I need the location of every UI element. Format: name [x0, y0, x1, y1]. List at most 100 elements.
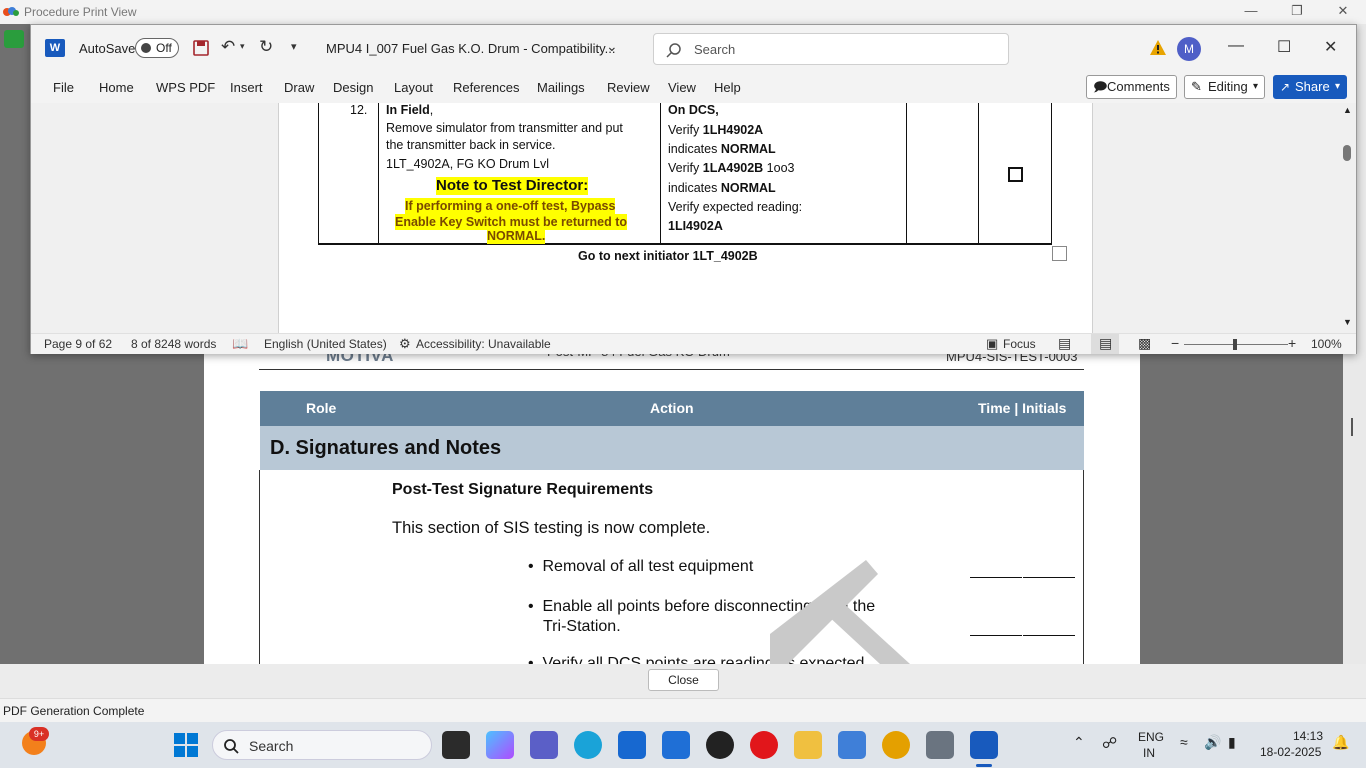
tab-review[interactable]: Review — [607, 80, 650, 95]
ribbon-tabs: File Home WPS PDF Insert Draw Design Lay… — [31, 73, 1356, 103]
copilot-icon[interactable] — [486, 731, 514, 759]
warning-icon[interactable] — [1149, 39, 1167, 56]
document-scrollbar[interactable]: ▲ ▼ — [1339, 103, 1356, 333]
language-line-2[interactable]: IN — [1143, 746, 1155, 760]
tab-view[interactable]: View — [668, 80, 696, 95]
chrome-icon[interactable] — [882, 731, 910, 759]
chevron-up-icon[interactable]: ⌃ — [1073, 734, 1085, 751]
task-view-icon[interactable] — [442, 731, 470, 759]
network-status-icon[interactable]: ☍ — [1102, 734, 1117, 752]
scroll-down-icon[interactable]: ▼ — [1343, 317, 1352, 327]
document-page[interactable]: 12. In Field, Remove simulator from tran… — [278, 103, 1093, 333]
customize-toolbar-icon[interactable]: ▾ — [291, 40, 297, 53]
save-icon[interactable] — [193, 40, 209, 56]
table-move-handle[interactable] — [1052, 246, 1067, 261]
accessibility-status[interactable]: Accessibility: Unavailable — [416, 337, 551, 351]
edge-icon[interactable] — [574, 731, 602, 759]
pdf-bullet-1: • Removal of all test equipment — [528, 558, 754, 575]
bg-maximize-button[interactable]: ❐ — [1274, 0, 1320, 24]
dell-icon[interactable] — [706, 731, 734, 759]
close-button[interactable]: Close — [648, 669, 719, 691]
pdf-header-action: Action — [650, 400, 694, 416]
tab-design[interactable]: Design — [333, 80, 373, 95]
minimize-button[interactable]: — — [1228, 37, 1244, 55]
refresh-icon[interactable] — [4, 30, 24, 48]
tab-draw[interactable]: Draw — [284, 80, 314, 95]
remote-desktop-icon[interactable] — [926, 731, 954, 759]
comments-button[interactable]: 🗩 Comments — [1086, 75, 1177, 99]
notification-bell-icon[interactable]: 🔔 — [1332, 734, 1349, 751]
wifi-icon[interactable]: ≈ — [1180, 734, 1188, 750]
teams-icon[interactable] — [530, 731, 558, 759]
step-checkbox[interactable] — [1008, 167, 1023, 182]
tab-insert[interactable]: Insert — [230, 80, 263, 95]
dcs-indicates-2-val: NORMAL — [720, 181, 776, 195]
tab-references[interactable]: References — [453, 80, 519, 95]
bg-minimize-button[interactable]: — — [1228, 0, 1274, 24]
language-indicator[interactable]: English (United States) — [264, 337, 387, 351]
battery-icon[interactable]: ▮ — [1228, 734, 1236, 751]
focus-icon[interactable]: ▣ — [986, 336, 998, 352]
comments-label: Comments — [1107, 79, 1170, 94]
word-count[interactable]: 8 of 8248 words — [131, 337, 216, 351]
zoom-in-icon[interactable]: + — [1288, 335, 1296, 351]
dcs-verify-2-pre: Verify — [668, 161, 703, 175]
file-explorer-icon[interactable] — [794, 731, 822, 759]
dcs-indicates-1: indicates NORMAL — [668, 140, 776, 159]
bg-scroll-thumb[interactable] — [1351, 418, 1353, 436]
procedure-app-icon[interactable] — [838, 731, 866, 759]
tab-help[interactable]: Help — [714, 80, 741, 95]
scroll-thumb[interactable] — [1343, 145, 1351, 161]
close-window-button[interactable]: ✕ — [1324, 37, 1337, 57]
print-layout-button[interactable]: ▤ — [1091, 334, 1119, 354]
dcs-verify-2-post: 1oo3 — [763, 161, 795, 175]
zoom-slider[interactable] — [1184, 339, 1288, 350]
title-dropdown-icon[interactable]: ⌄ — [606, 38, 618, 55]
clock-time[interactable]: 14:13 — [1293, 729, 1323, 743]
share-button[interactable]: ↗ Share ▾ — [1273, 75, 1347, 99]
dcs-indicates-1-val: NORMAL — [720, 142, 776, 156]
taskbar-search[interactable]: Search — [212, 730, 432, 760]
share-icon: ↗ — [1280, 80, 1291, 94]
print-layout-icon: ▤ — [1099, 335, 1113, 351]
power-automate-icon[interactable] — [662, 731, 690, 759]
dcs-verify-1: Verify 1LH4902A — [668, 121, 763, 140]
redo-icon[interactable]: ↻ — [259, 37, 273, 57]
tab-wps-pdf[interactable]: WPS PDF — [156, 80, 215, 95]
tab-file[interactable]: File — [53, 80, 74, 95]
start-icon[interactable] — [174, 733, 198, 757]
zoom-level[interactable]: 100% — [1311, 337, 1342, 351]
search-box[interactable]: Search — [653, 33, 1009, 65]
tab-mailings[interactable]: Mailings — [537, 80, 585, 95]
undo-icon[interactable]: ↶ — [221, 37, 235, 57]
scroll-up-icon[interactable]: ▲ — [1343, 105, 1352, 115]
dcs-expected: Verify expected reading: — [668, 200, 803, 214]
editing-button[interactable]: ✎ Editing ▾ — [1184, 75, 1265, 99]
maximize-button[interactable]: ☐ — [1277, 37, 1291, 57]
volume-icon[interactable]: 🔊 — [1204, 734, 1221, 751]
document-title[interactable]: MPU4 I_007 Fuel Gas K.O. Drum - Compatib… — [326, 41, 615, 56]
pdf-table-body: Post-Test Signature Requirements This se… — [259, 470, 1084, 672]
tab-layout[interactable]: Layout — [394, 80, 433, 95]
page-indicator[interactable]: Page 9 of 62 — [44, 337, 112, 351]
clock-date[interactable]: 18-02-2025 — [1260, 745, 1321, 759]
word-titlebar: W AutoSave Off ↶ ▾ ↻ ▾ MPU4 I_007 Fuel G… — [31, 25, 1356, 73]
web-layout-icon[interactable]: ▩ — [1138, 335, 1151, 352]
focus-button[interactable]: Focus — [1003, 337, 1036, 351]
bg-close-button[interactable]: ✕ — [1320, 0, 1366, 24]
word-taskbar-icon[interactable] — [970, 731, 998, 759]
undo-dropdown-icon[interactable]: ▾ — [240, 41, 245, 52]
language-line-1[interactable]: ENG — [1138, 730, 1164, 744]
accessibility-icon[interactable]: ⚙ — [399, 336, 411, 352]
autosave-toggle[interactable]: Off — [135, 38, 179, 58]
dcs-reading-tag: 1LI4902A — [668, 219, 723, 233]
tab-home[interactable]: Home — [99, 80, 134, 95]
zoom-out-icon[interactable]: − — [1171, 335, 1179, 351]
store-icon[interactable] — [618, 731, 646, 759]
user-avatar[interactable]: M — [1177, 37, 1201, 61]
proofing-icon[interactable]: 📖 — [232, 336, 248, 352]
watermark-graphic — [770, 560, 910, 664]
opera-icon[interactable] — [750, 731, 778, 759]
read-mode-icon[interactable]: ▤ — [1058, 335, 1071, 352]
zoom-thumb[interactable] — [1233, 339, 1237, 350]
